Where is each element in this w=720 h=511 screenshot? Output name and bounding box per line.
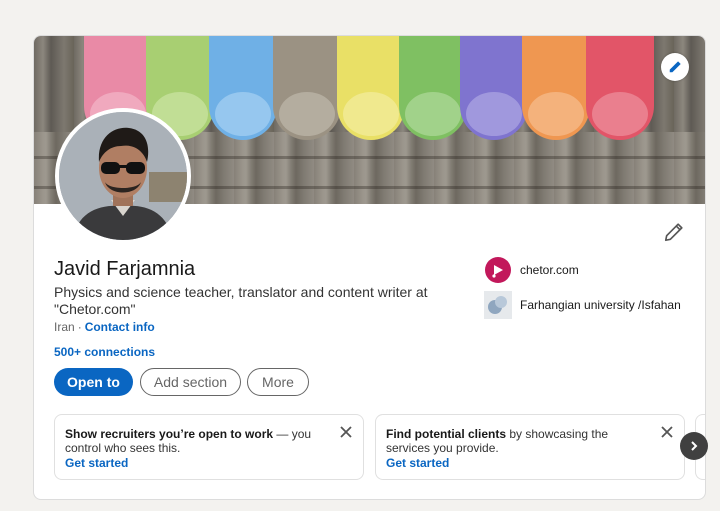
promo-text: Find potential clients by showcasing the… xyxy=(386,427,641,470)
cover-edit-button[interactable] xyxy=(661,53,689,81)
company-chetor[interactable]: chetor.com xyxy=(484,256,579,284)
profile-card: Javid Farjamnia Physics and science teac… xyxy=(33,35,706,500)
chalk-stick xyxy=(209,36,277,140)
promo-title: Show recruiters you’re open to work xyxy=(65,427,274,441)
company-name: chetor.com xyxy=(520,263,579,277)
more-button[interactable]: More xyxy=(247,368,309,396)
chalk-stick xyxy=(460,36,528,140)
company-name: Farhangian university /Isfahan xyxy=(520,298,681,312)
close-icon[interactable] xyxy=(660,425,674,439)
promo-open-to-work[interactable]: Show recruiters you’re open to work — yo… xyxy=(54,414,364,480)
pencil-icon xyxy=(669,61,681,73)
profile-name: Javid Farjamnia xyxy=(54,258,196,280)
carousel-next-button[interactable] xyxy=(680,432,708,460)
promo-text: Show recruiters you’re open to work — yo… xyxy=(65,427,320,470)
separator: · xyxy=(77,320,82,334)
chetor-logo-icon xyxy=(484,256,512,284)
promo-find-clients[interactable]: Find potential clients by showcasing the… xyxy=(375,414,685,480)
intro-edit-button[interactable] xyxy=(663,221,685,243)
open-to-button[interactable]: Open to xyxy=(54,368,133,396)
promo-title: Find potential clients xyxy=(386,427,507,441)
avatar[interactable] xyxy=(55,108,191,244)
university-logo-icon xyxy=(484,291,512,319)
contact-info-link[interactable]: Contact info xyxy=(85,320,155,334)
get-started-link[interactable]: Get started xyxy=(65,456,320,470)
close-icon[interactable] xyxy=(339,425,353,439)
chalk-stick xyxy=(586,36,654,140)
chevron-right-icon xyxy=(691,441,698,451)
add-section-button[interactable]: Add section xyxy=(140,368,241,396)
location-row: Iran · Contact info xyxy=(54,320,155,334)
profile-photo xyxy=(59,112,187,240)
chalk-stick xyxy=(337,36,405,140)
chalk-stick xyxy=(399,36,467,140)
chalk-stick xyxy=(522,36,590,140)
company-university[interactable]: Farhangian university /Isfahan xyxy=(484,291,681,319)
get-started-link[interactable]: Get started xyxy=(386,456,641,470)
connections-link[interactable]: 500+ connections xyxy=(54,345,155,359)
location-text: Iran xyxy=(54,320,75,334)
profile-headline: Physics and science teacher, translator … xyxy=(54,284,428,317)
chalk-stick xyxy=(273,36,341,140)
